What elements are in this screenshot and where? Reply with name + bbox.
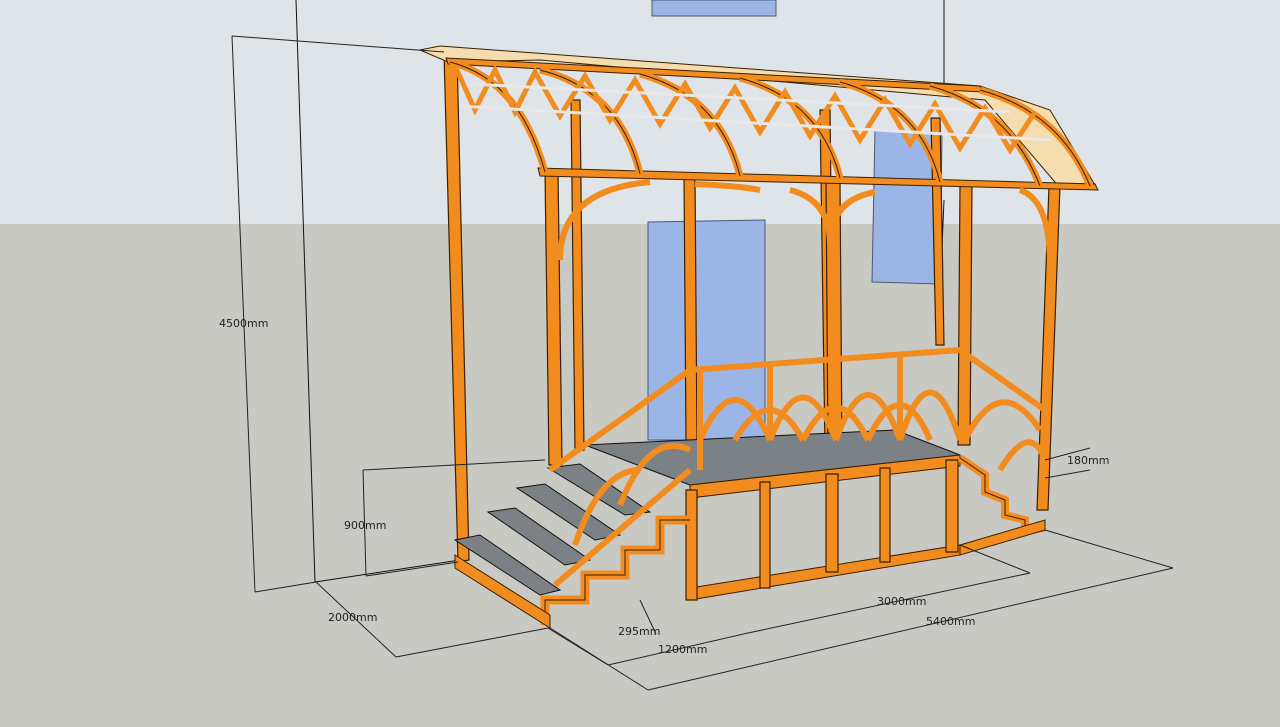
sky-background (0, 0, 1280, 224)
dim-label-total-length: 5400mm (926, 615, 975, 628)
top-window (651, 0, 777, 17)
dim-label-depth: 2000mm (328, 611, 377, 624)
dim-label-platform-height: 900mm (344, 519, 386, 532)
dim-label-stair-width: 1200mm (658, 643, 707, 656)
dim-label-step-rise: 180mm (1067, 454, 1109, 467)
dim-label-platform-length: 3000mm (877, 595, 926, 608)
canopy-porch-3d-model: 4500mm 900mm 2000mm 180mm 295mm 1200mm 3… (0, 0, 1280, 727)
dim-label-height: 4500mm (219, 317, 268, 330)
ground-plane (0, 224, 1280, 727)
dim-label-step-run: 295mm (618, 625, 660, 638)
